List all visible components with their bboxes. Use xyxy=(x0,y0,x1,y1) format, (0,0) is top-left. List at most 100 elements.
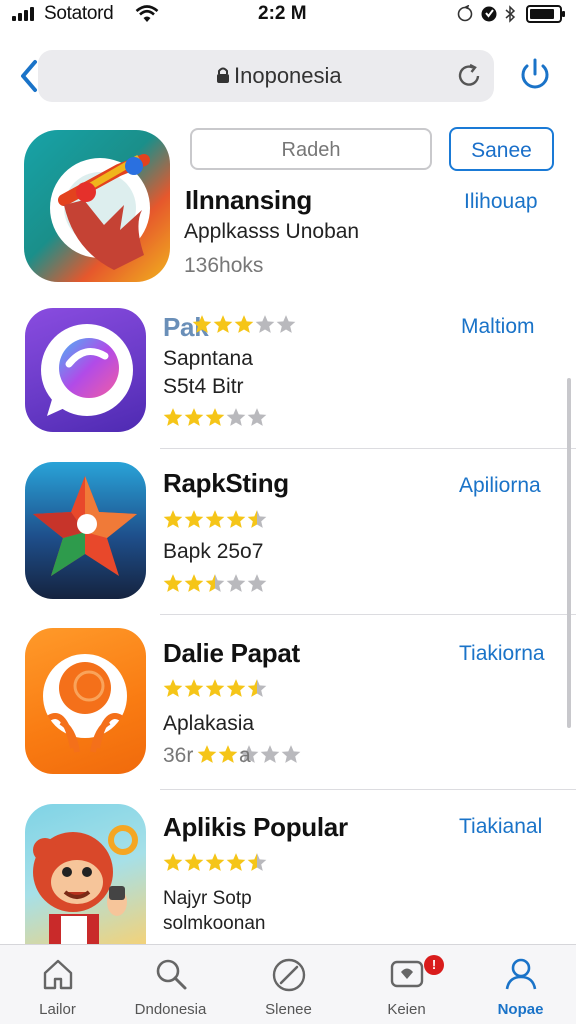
star-icon xyxy=(226,510,246,528)
star-icon xyxy=(163,510,183,528)
back-button[interactable] xyxy=(14,56,44,96)
compass-icon xyxy=(272,958,305,992)
star-rating-top xyxy=(163,852,268,872)
wifi-icon xyxy=(135,5,159,22)
divider xyxy=(160,448,576,449)
home-icon xyxy=(43,959,72,990)
tab-label: Nopae xyxy=(497,1001,544,1018)
chat-bubble-icon xyxy=(41,324,133,416)
app-title: Dalie Papat xyxy=(163,638,300,668)
tab-keien[interactable]: Keien xyxy=(349,945,464,1024)
star-icon xyxy=(247,408,267,426)
star-icon xyxy=(226,574,246,592)
updates-icon xyxy=(390,960,423,988)
star-logo-icon xyxy=(33,476,137,576)
app-action[interactable]: Tiakiorna xyxy=(459,642,545,666)
star-icon xyxy=(234,315,254,333)
monkey-mascot-icon xyxy=(33,825,138,944)
app-icon-monkey[interactable] xyxy=(25,804,146,944)
save-button-label: Sanee xyxy=(471,139,532,162)
app-line2: 36r xyxy=(163,744,194,767)
featured-app-meta: 136hoks xyxy=(184,254,264,277)
star-icon xyxy=(205,574,225,592)
app-line2: S5t4 Bitr xyxy=(163,375,244,398)
app-action[interactable]: Apiliorna xyxy=(459,474,541,498)
star-icon xyxy=(213,315,233,333)
clock: 2:2 M xyxy=(258,3,307,24)
tab-lailor[interactable]: Lailor xyxy=(0,945,115,1024)
star-icon xyxy=(260,745,280,763)
star-icon xyxy=(163,574,183,592)
star-icon xyxy=(226,853,246,871)
star-icon xyxy=(247,510,267,528)
star-rating-top xyxy=(163,509,268,529)
star-rating-top xyxy=(163,678,268,698)
star-icon xyxy=(218,745,238,763)
tab-label: Keien xyxy=(387,1001,426,1018)
featured-app-title: Ilnnansing xyxy=(185,185,313,215)
star-icon xyxy=(184,853,204,871)
tab-dndonesia[interactable]: Dndonesia xyxy=(113,945,228,1024)
app-line1: Sapntana xyxy=(163,347,253,370)
power-icon[interactable] xyxy=(516,56,554,94)
divider xyxy=(160,789,576,790)
star-icon xyxy=(192,315,212,333)
tab-bar: Lailor Dndonesia Slenee Keien Nopae xyxy=(0,944,576,1024)
app-action[interactable]: Maltiom xyxy=(461,315,535,339)
tab-slenee[interactable]: Slenee xyxy=(231,945,346,1024)
carrier-name: Sotatord xyxy=(44,3,114,24)
hand-logo-icon xyxy=(50,154,150,270)
tab-label: Lailor xyxy=(39,1001,76,1018)
app-line1: Najyr Sotp xyxy=(163,888,252,909)
app-icon-messenger[interactable] xyxy=(25,308,146,432)
featured-app-icon[interactable] xyxy=(24,130,170,282)
star-icon xyxy=(184,510,204,528)
rotation-lock-icon xyxy=(457,5,473,22)
app-line1: Bapk 25o7 xyxy=(163,540,264,563)
url-field[interactable]: Inoponesia xyxy=(38,50,494,102)
featured-app-action[interactable]: Ilihouap xyxy=(464,190,538,214)
app-icon-orange[interactable] xyxy=(25,628,146,774)
tribal-logo-icon xyxy=(43,654,127,753)
tab-label: Dndonesia xyxy=(134,1001,207,1018)
star-icon xyxy=(197,745,217,763)
alarm-icon xyxy=(481,6,497,22)
star-icon xyxy=(184,408,204,426)
tab-nopae[interactable]: Nopae xyxy=(463,945,576,1024)
reload-icon[interactable] xyxy=(456,62,484,90)
star-icon xyxy=(226,408,246,426)
star-icon xyxy=(205,408,225,426)
app-line2-suffix: a xyxy=(239,744,251,767)
app-line2: solmkoonan xyxy=(163,913,266,934)
signal-icon xyxy=(12,7,38,21)
star-icon xyxy=(276,315,296,333)
search-icon xyxy=(156,959,186,990)
star-icon xyxy=(255,315,275,333)
star-icon xyxy=(247,574,267,592)
notification-badge: ! xyxy=(424,955,444,975)
search-placeholder: Radeh xyxy=(281,139,341,161)
battery-icon xyxy=(526,5,565,23)
person-icon xyxy=(505,958,536,990)
tab-label: Slenee xyxy=(265,1001,312,1018)
chevron-left-icon xyxy=(21,60,37,92)
bluetooth-icon xyxy=(505,5,516,23)
star-icon xyxy=(163,853,183,871)
app-title: Aplikis Popular xyxy=(163,812,348,842)
url-text: Inoponesia xyxy=(234,63,342,88)
star-icon xyxy=(163,408,183,426)
app-line1: Aplakasia xyxy=(163,712,255,735)
star-icon xyxy=(184,679,204,697)
app-action[interactable]: Tiakianal xyxy=(459,815,542,839)
divider xyxy=(160,614,576,615)
star-icon xyxy=(226,679,246,697)
save-button[interactable]: Sanee xyxy=(449,127,554,171)
star-rating xyxy=(163,407,268,427)
app-title: RapkSting xyxy=(163,468,289,498)
star-icon xyxy=(205,510,225,528)
star-icon xyxy=(205,853,225,871)
search-input[interactable]: Radeh xyxy=(190,128,432,170)
scrollbar[interactable] xyxy=(567,378,571,728)
navigation-bar: Inoponesia xyxy=(0,44,576,108)
app-icon-star[interactable] xyxy=(25,462,146,599)
